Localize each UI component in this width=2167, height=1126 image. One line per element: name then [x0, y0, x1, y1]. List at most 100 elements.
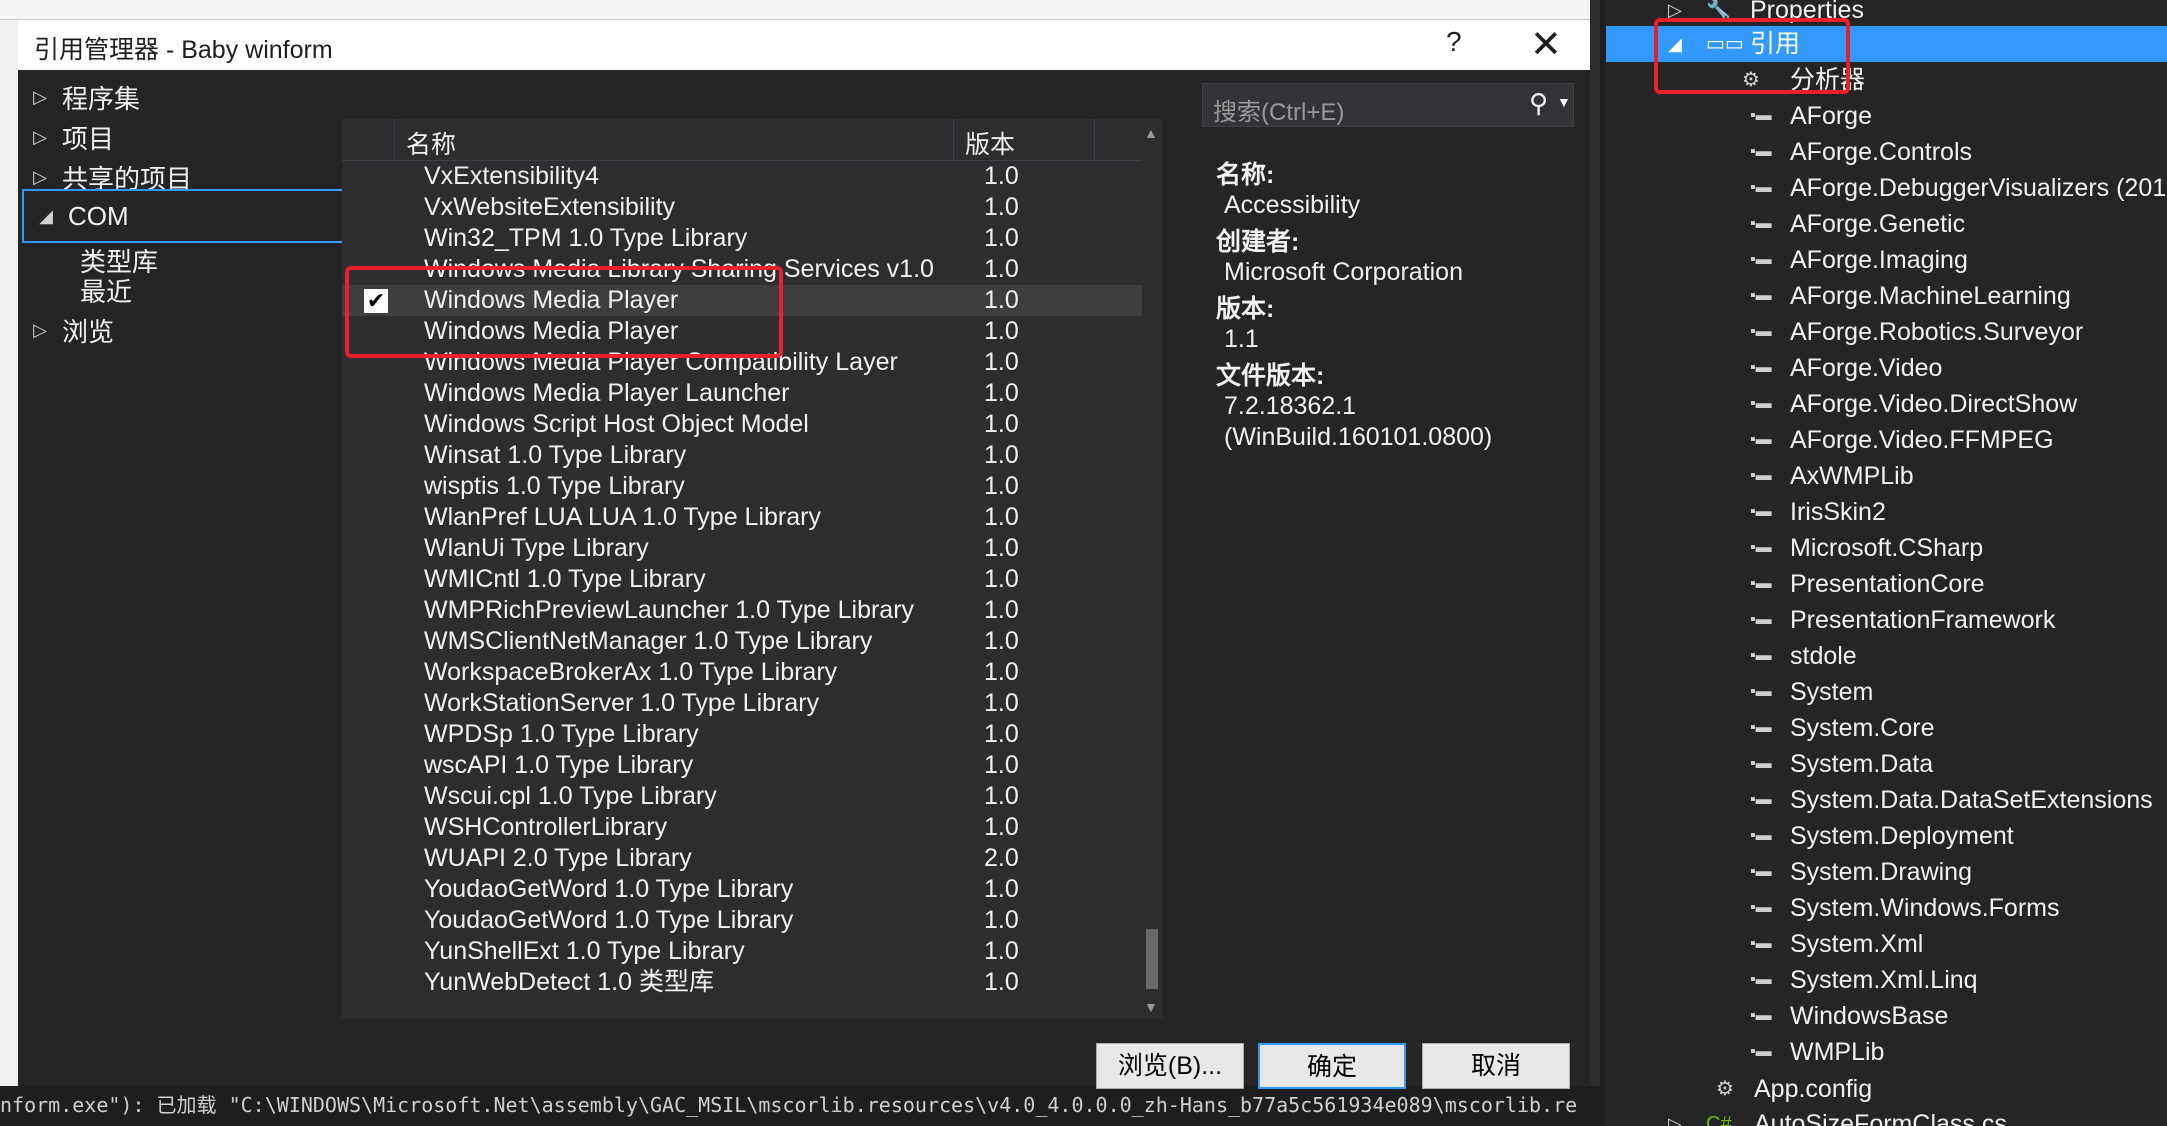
- row-name: wscAPI 1.0 Type Library: [424, 751, 694, 779]
- list-row[interactable]: VxWebsiteExtensibility 1.0: [342, 192, 1142, 223]
- assembly-reference-icon: ▪▬: [1750, 251, 1772, 268]
- list-row[interactable]: WSHControllerLibrary 1.0: [342, 812, 1142, 843]
- assembly-reference-icon: ▪▬: [1750, 1043, 1772, 1060]
- browse-button[interactable]: 浏览(B)...: [1096, 1043, 1244, 1089]
- list-header: 名称 版本: [342, 119, 1142, 161]
- column-header-name[interactable]: 名称: [396, 119, 954, 161]
- tree-item-reference[interactable]: ▪▬ System.Data: [1606, 746, 2167, 782]
- list-row[interactable]: Windows Media Player Launcher 1.0: [342, 378, 1142, 409]
- tree-item-reference[interactable]: ▪▬ AForge: [1606, 98, 2167, 134]
- assembly-reference-icon: ▪▬: [1750, 755, 1772, 772]
- tree-item-reference[interactable]: ▪▬ AForge.Genetic: [1606, 206, 2167, 242]
- row-version: 1.0: [984, 627, 1019, 655]
- row-name: WorkStationServer 1.0 Type Library: [424, 689, 820, 717]
- list-row[interactable]: Win32_TPM 1.0 Type Library 1.0: [342, 223, 1142, 254]
- search-icon[interactable]: ⚲: [1529, 88, 1548, 119]
- tree-item-reference[interactable]: ▪▬ System: [1606, 674, 2167, 710]
- tree-item-app-config[interactable]: ⚙ App.config: [1606, 1071, 2167, 1107]
- list-row[interactable]: WorkspaceBrokerAx 1.0 Type Library 1.0: [342, 657, 1142, 688]
- tree-item-label: AForge.Video: [1790, 354, 1943, 382]
- assembly-reference-icon: ▪▬: [1750, 287, 1772, 304]
- nav-item-browse[interactable]: ▷ 浏览: [18, 303, 348, 357]
- search-options-chevron-icon[interactable]: ▼: [1557, 94, 1571, 110]
- row-name: WSHControllerLibrary: [424, 813, 668, 841]
- tree-item-reference[interactable]: ▪▬ Microsoft.CSharp: [1606, 530, 2167, 566]
- scroll-up-icon[interactable]: ▲: [1144, 125, 1158, 141]
- tree-item-reference[interactable]: ▪▬ PresentationFramework: [1606, 602, 2167, 638]
- list-row[interactable]: YunWebDetect 1.0 类型库 1.0: [342, 967, 1142, 998]
- tree-item-reference[interactable]: ▪▬ WindowsBase: [1606, 998, 2167, 1034]
- detail-version-label: 版本:: [1216, 295, 1275, 323]
- list-row[interactable]: Windows Script Host Object Model 1.0: [342, 409, 1142, 440]
- cancel-button[interactable]: 取消: [1422, 1043, 1570, 1089]
- list-row[interactable]: YoudaoGetWord 1.0 Type Library 1.0: [342, 905, 1142, 936]
- row-name: YoudaoGetWord 1.0 Type Library: [424, 906, 794, 934]
- tree-item-label: WindowsBase: [1790, 1002, 1949, 1030]
- list-row[interactable]: WPDSp 1.0 Type Library 1.0: [342, 719, 1142, 750]
- tree-item-reference[interactable]: ▪▬ System.Core: [1606, 710, 2167, 746]
- nav-item-com[interactable]: ◢ COM: [22, 189, 350, 243]
- list-row[interactable]: WlanUi Type Library 1.0: [342, 533, 1142, 564]
- row-name: Win32_TPM 1.0 Type Library: [424, 224, 748, 252]
- tree-item-reference[interactable]: ▪▬ System.Xml: [1606, 926, 2167, 962]
- tree-item-label: System.Windows.Forms: [1790, 894, 2060, 922]
- tree-item-reference[interactable]: ▪▬ System.Data.DataSetExtensions: [1606, 782, 2167, 818]
- list-row[interactable]: WMPRichPreviewLauncher 1.0 Type Library 1…: [342, 595, 1142, 626]
- tree-item-reference[interactable]: ▪▬ AForge.Robotics.Surveyor: [1606, 314, 2167, 350]
- help-button[interactable]: ?: [1446, 26, 1462, 58]
- assembly-reference-icon: ▪▬: [1750, 467, 1772, 484]
- tree-item-reference[interactable]: ▪▬ AForge.MachineLearning: [1606, 278, 2167, 314]
- tree-item-label: AForge.MachineLearning: [1790, 282, 2071, 310]
- detail-name-value: Accessibility: [1224, 191, 1361, 219]
- background-window-edge: [0, 0, 18, 1126]
- assembly-reference-icon: ▪▬: [1750, 431, 1772, 448]
- tree-item-reference[interactable]: ▪▬ AForge.Video.FFMPEG: [1606, 422, 2167, 458]
- list-row[interactable]: WUAPI 2.0 Type Library 2.0: [342, 843, 1142, 874]
- search-box[interactable]: 搜索(Ctrl+E) ⚲ ▼: [1202, 83, 1574, 127]
- column-header-version[interactable]: 版本: [955, 119, 1095, 161]
- assembly-reference-icon: ▪▬: [1750, 863, 1772, 880]
- assembly-reference-icon: ▪▬: [1750, 215, 1772, 232]
- list-row[interactable]: wscAPI 1.0 Type Library 1.0: [342, 750, 1142, 781]
- scrollbar-thumb[interactable]: [1146, 929, 1158, 989]
- tree-item-reference[interactable]: ▪▬ AForge.Imaging: [1606, 242, 2167, 278]
- list-row[interactable]: WlanPref LUA LUA 1.0 Type Library 1.0: [342, 502, 1142, 533]
- tree-item-reference[interactable]: ▪▬ System.Drawing: [1606, 854, 2167, 890]
- list-row[interactable]: Winsat 1.0 Type Library 1.0: [342, 440, 1142, 471]
- tree-item-reference[interactable]: ▪▬ AForge.DebuggerVisualizers (2016: [1606, 170, 2167, 206]
- tree-item-label: AForge: [1790, 102, 1872, 130]
- row-name: Windows Media Player Launcher: [424, 379, 790, 407]
- tree-item-reference[interactable]: ▪▬ System.Deployment: [1606, 818, 2167, 854]
- assembly-reference-icon: ▪▬: [1750, 179, 1772, 196]
- list-row[interactable]: VxExtensibility4 1.0: [342, 161, 1142, 192]
- list-row[interactable]: WorkStationServer 1.0 Type Library 1.0: [342, 688, 1142, 719]
- tree-item-reference[interactable]: ▪▬ System.Windows.Forms: [1606, 890, 2167, 926]
- tree-item-reference[interactable]: ▪▬ AForge.Video.DirectShow: [1606, 386, 2167, 422]
- tree-item-reference[interactable]: ▪▬ PresentationCore: [1606, 566, 2167, 602]
- list-row[interactable]: WMSClientNetManager 1.0 Type Library 1.0: [342, 626, 1142, 657]
- column-header-check[interactable]: [342, 119, 395, 161]
- tree-item-autosizeformclass[interactable]: ▷ C# AutoSizeFormClass.cs: [1606, 1106, 2167, 1126]
- tree-item-reference[interactable]: ▪▬ AxWMPLib: [1606, 458, 2167, 494]
- tree-item-reference[interactable]: ▪▬ AForge.Controls: [1606, 134, 2167, 170]
- list-row[interactable]: YoudaoGetWord 1.0 Type Library 1.0: [342, 874, 1142, 905]
- list-row[interactable]: wisptis 1.0 Type Library 1.0: [342, 471, 1142, 502]
- tree-item-label: AForge.Imaging: [1790, 246, 1968, 274]
- list-row[interactable]: YunShellExt 1.0 Type Library 1.0: [342, 936, 1142, 967]
- search-placeholder: 搜索(Ctrl+E): [1213, 99, 1345, 126]
- tree-item-reference[interactable]: ▪▬ IrisSkin2: [1606, 494, 2167, 530]
- detail-creator-label: 创建者:: [1216, 228, 1300, 256]
- ok-button[interactable]: 确定: [1258, 1043, 1406, 1089]
- close-button[interactable]: ✕: [1530, 22, 1562, 67]
- expand-arrow-icon[interactable]: ▷: [1668, 1106, 1682, 1126]
- row-version: 1.0: [984, 596, 1019, 624]
- tree-item-reference[interactable]: ▪▬ WMPLib: [1606, 1034, 2167, 1070]
- list-row[interactable]: WMICntl 1.0 Type Library 1.0: [342, 564, 1142, 595]
- list-scrollbar[interactable]: ▲ ▼: [1142, 119, 1162, 1019]
- tree-item-reference[interactable]: ▪▬ System.Xml.Linq: [1606, 962, 2167, 998]
- row-name: Winsat 1.0 Type Library: [424, 441, 687, 469]
- tree-item-reference[interactable]: ▪▬ AForge.Video: [1606, 350, 2167, 386]
- list-row[interactable]: Wscui.cpl 1.0 Type Library 1.0: [342, 781, 1142, 812]
- scroll-down-icon[interactable]: ▼: [1144, 999, 1158, 1015]
- tree-item-reference[interactable]: ▪▬ stdole: [1606, 638, 2167, 674]
